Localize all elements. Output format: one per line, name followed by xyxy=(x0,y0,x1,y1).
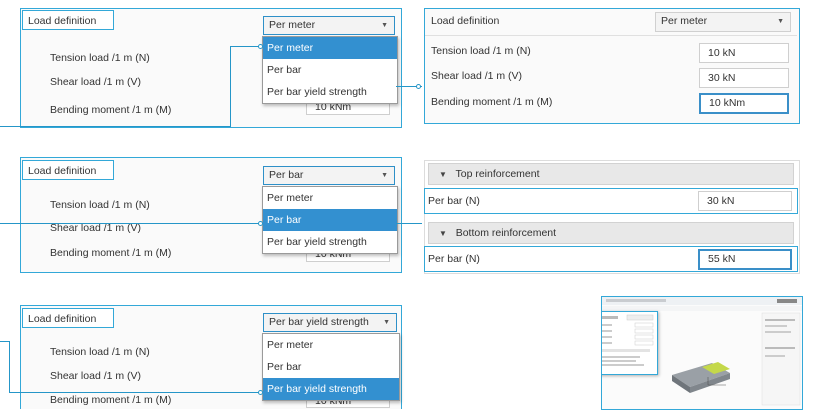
triangle-down-icon: ▼ xyxy=(439,170,447,179)
per-bar-label: Per bar (N) xyxy=(428,253,480,265)
load-definition-label: Load definition xyxy=(431,15,500,27)
bending-input[interactable]: 10 kNm xyxy=(699,93,789,114)
load-definition-dropdown: Per meter Per bar Per bar yield strength xyxy=(262,36,398,104)
tension-label: Tension load /1 m (N) xyxy=(50,346,150,358)
connector-line xyxy=(9,341,10,393)
option-per-meter[interactable]: Per meter xyxy=(263,187,397,209)
connector-line xyxy=(0,126,230,127)
bending-label: Bending moment /1 m (M) xyxy=(50,104,172,116)
combo-value: Per bar yield strength xyxy=(269,316,369,328)
bending-label: Bending moment /1 m (M) xyxy=(50,394,172,406)
tension-label: Tension load /1 m (N) xyxy=(50,52,150,64)
connector-line xyxy=(396,223,422,224)
divider xyxy=(425,35,797,36)
connector-line xyxy=(230,46,260,47)
shear-label: Shear load /1 m (V) xyxy=(50,76,142,88)
load-definition-combo[interactable]: Per bar ▼ xyxy=(263,166,395,185)
load-definition-label: Load definition xyxy=(22,160,114,180)
app-preview-thumbnail xyxy=(601,296,803,410)
load-definition-combo[interactable]: Per meter ▼ xyxy=(263,16,395,35)
option-per-bar-yield-strength[interactable]: Per bar yield strength xyxy=(263,231,397,253)
tension-input[interactable]: 10 kN xyxy=(699,43,789,63)
option-per-bar-yield-strength[interactable]: Per bar yield strength xyxy=(263,378,399,400)
per-bar-label: Per bar (N) xyxy=(428,195,480,207)
bottom-per-bar-input[interactable]: 55 kN xyxy=(698,249,792,270)
option-per-meter[interactable]: Per meter xyxy=(263,334,399,356)
load-definition-combo[interactable]: Per bar yield strength ▼ xyxy=(263,313,397,332)
top-per-bar-input[interactable]: 30 kN xyxy=(698,191,792,211)
bending-label: Bending moment /1 m (M) xyxy=(431,96,553,108)
option-per-meter[interactable]: Per meter xyxy=(263,37,397,59)
connector-dot xyxy=(258,221,263,226)
bottom-reinforcement-header[interactable]: ▼ Bottom reinforcement xyxy=(428,222,794,244)
option-per-bar[interactable]: Per bar xyxy=(263,59,397,81)
connector-dot xyxy=(258,44,263,49)
option-per-bar-yield-strength[interactable]: Per bar yield strength xyxy=(263,81,397,103)
bending-label: Bending moment /1 m (M) xyxy=(50,247,172,259)
section-title: Bottom reinforcement xyxy=(455,227,557,239)
app-preview-inset xyxy=(602,311,658,375)
connector-line xyxy=(230,46,231,127)
load-definition-combo[interactable]: Per meter ▼ xyxy=(655,12,791,32)
shear-label: Shear load /1 m (V) xyxy=(431,70,523,82)
section-title: Top reinforcement xyxy=(455,168,540,180)
top-reinforcement-header[interactable]: ▼ Top reinforcement xyxy=(428,163,794,185)
shear-label: Shear load /1 m (V) xyxy=(50,370,142,382)
shear-input[interactable]: 30 kN xyxy=(699,68,789,88)
combo-value: Per bar xyxy=(269,169,304,181)
connector-line xyxy=(9,392,260,393)
triangle-down-icon: ▼ xyxy=(439,229,447,238)
connector-dot xyxy=(416,84,421,89)
option-per-bar[interactable]: Per bar xyxy=(263,356,399,378)
load-definition-label: Load definition xyxy=(22,10,114,30)
inset-form-image xyxy=(602,314,654,366)
tension-label: Tension load /1 m (N) xyxy=(431,45,531,57)
load-definition-dropdown: Per meter Per bar Per bar yield strength xyxy=(262,333,400,401)
chevron-down-icon[interactable]: ▼ xyxy=(381,167,388,184)
option-per-bar[interactable]: Per bar xyxy=(263,209,397,231)
chevron-down-icon[interactable]: ▼ xyxy=(383,314,390,331)
chevron-down-icon[interactable]: ▼ xyxy=(381,17,388,34)
connector-line xyxy=(0,223,260,224)
load-definition-label: Load definition xyxy=(22,308,114,328)
load-definition-dropdown: Per meter Per bar Per bar yield strength xyxy=(262,186,398,254)
tension-label: Tension load /1 m (N) xyxy=(50,199,150,211)
chevron-down-icon[interactable]: ▼ xyxy=(777,13,784,30)
combo-value: Per meter xyxy=(661,15,708,27)
combo-value: Per meter xyxy=(269,19,316,31)
connector-dot xyxy=(258,390,263,395)
